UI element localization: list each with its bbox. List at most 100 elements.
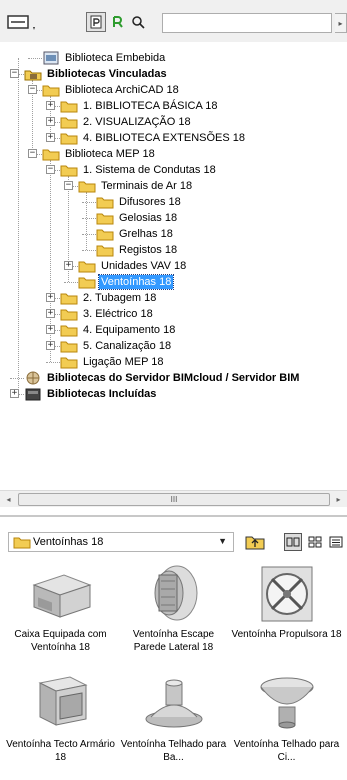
tree-row-label: Bibliotecas do Servidor BIMcloud / Servi…: [47, 372, 300, 384]
scroll-thumb[interactable]: III: [18, 493, 330, 506]
tree-row[interactable]: Ventoínhas 18: [78, 274, 175, 290]
tree-row-label: Gelosias 18: [119, 212, 178, 224]
tree-row-label: Grelhas 18: [119, 228, 173, 240]
tree-row-label: Terminais de Ar 18: [101, 180, 193, 192]
view-mode-button[interactable]: [6, 12, 42, 32]
folder-icon: [60, 133, 78, 145]
tree-row[interactable]: 4. BIBLIOTECA EXTENSÕES 18: [60, 130, 247, 146]
list-view-icon: [329, 536, 343, 548]
roof-fan-low-icon: [145, 679, 202, 728]
tree-row[interactable]: 5. Canalização 18: [60, 338, 173, 354]
object-tile[interactable]: Ventoínha Tecto Armário 18: [3, 671, 118, 777]
current-folder-label: Ventoínhas 18: [33, 536, 104, 548]
horizontal-scrollbar[interactable]: ◂ III ▸: [0, 490, 347, 507]
folder-icon: [42, 149, 60, 161]
tree-root-line: [18, 58, 19, 394]
included-libraries-icon: [25, 388, 41, 401]
tree-row[interactable]: Grelhas 18: [96, 226, 175, 242]
expand-toggle[interactable]: +: [64, 261, 73, 270]
tree-row[interactable]: 3. Eléctrico 18: [60, 306, 155, 322]
collapse-toggle[interactable]: −: [64, 181, 73, 190]
panel-divider[interactable]: [0, 515, 347, 517]
tree-row[interactable]: Bibliotecas Incluídas: [24, 386, 158, 402]
small-icons-view-button[interactable]: [306, 533, 324, 551]
view-mode-icon: [7, 15, 35, 30]
object-tile[interactable]: Ventoínha Telhado para Ci...: [229, 671, 344, 777]
tree-branch-line: [82, 250, 96, 251]
folder-up-button[interactable]: [244, 532, 266, 552]
folder-mode-button[interactable]: [86, 12, 106, 32]
tree-row[interactable]: Difusores 18: [96, 194, 183, 210]
search-input[interactable]: [162, 13, 332, 33]
folder-icon: [60, 165, 78, 177]
object-tile[interactable]: Ventoínha Propulsora 18: [229, 561, 344, 667]
tree-row[interactable]: Gelosias 18: [96, 210, 179, 226]
object-label: Caixa Equipada com Ventoínha 18: [14, 629, 107, 653]
library-toolbar: ▸: [0, 0, 347, 42]
tree-row[interactable]: 1. Sistema de Condutas 18: [60, 162, 218, 178]
tree-row[interactable]: Biblioteca MEP 18: [42, 146, 157, 162]
propeller-fan-icon: [261, 566, 312, 622]
tree-row[interactable]: 1. BIBLIOTECA BÁSICA 18: [60, 98, 220, 114]
expand-toggle[interactable]: +: [46, 325, 55, 334]
object-preview-grid: Caixa Equipada com Ventoínha 18 Ventoính…: [0, 561, 347, 780]
list-view-button[interactable]: [327, 533, 345, 551]
collapse-toggle[interactable]: −: [10, 69, 19, 78]
roof-fan-up-icon: [260, 677, 313, 729]
tree-row[interactable]: Registos 18: [96, 242, 179, 258]
folder-icon: [96, 245, 114, 257]
library-folder-icon: [90, 15, 102, 29]
tree-row[interactable]: Bibliotecas do Servidor BIMcloud / Servi…: [24, 370, 301, 386]
expand-toggle[interactable]: +: [46, 293, 55, 302]
object-label: Ventoínha Propulsora 18: [231, 629, 342, 640]
folder-icon: [96, 197, 114, 209]
tree-row-label: 1. BIBLIOTECA BÁSICA 18: [83, 100, 218, 112]
collapse-toggle[interactable]: −: [28, 85, 37, 94]
folder-up-icon: [245, 536, 265, 550]
tree-row[interactable]: 4. Equipamento 18: [60, 322, 177, 338]
tree-row[interactable]: Bibliotecas Vinculadas: [24, 66, 169, 82]
large-icons-view-button[interactable]: [284, 533, 302, 551]
tree-row-label: 2. VISUALIZAÇÃO 18: [83, 116, 191, 128]
expand-toggle[interactable]: +: [46, 341, 55, 350]
find-button[interactable]: [130, 12, 146, 32]
expand-toggle[interactable]: +: [10, 389, 19, 398]
collapse-toggle[interactable]: −: [46, 165, 55, 174]
tree-row-label: Bibliotecas Incluídas: [47, 388, 157, 400]
scroll-right-button[interactable]: ▸: [330, 491, 347, 508]
expand-toggle[interactable]: +: [46, 309, 55, 318]
search-dropdown-button[interactable]: ▸: [335, 13, 347, 33]
tree-row-label: 1. Sistema de Condutas 18: [83, 164, 216, 176]
tree-row[interactable]: 2. VISUALIZAÇÃO 18: [60, 114, 193, 130]
expand-toggle[interactable]: +: [46, 101, 55, 110]
tree-row[interactable]: Biblioteca ArchiCAD 18: [42, 82, 181, 98]
wall-exhaust-fan-icon: [154, 565, 197, 621]
expand-toggle[interactable]: +: [46, 117, 55, 126]
tree-row-label: Difusores 18: [119, 196, 181, 208]
object-tile[interactable]: Ventoínha Telhado para Ba...: [116, 671, 231, 777]
folder-icon: [60, 117, 78, 129]
expand-toggle[interactable]: +: [46, 133, 55, 142]
scroll-left-button[interactable]: ◂: [0, 491, 17, 508]
folder-icon: [60, 101, 78, 113]
tree-row-label: Registos 18: [119, 244, 178, 256]
object-tile[interactable]: Caixa Equipada com Ventoínha 18: [3, 561, 118, 667]
tree-row-label: Biblioteca ArchiCAD 18: [65, 84, 179, 96]
library-tree: Biblioteca Embebida − Bibliotecas Vinculad…: [0, 44, 347, 484]
tree-row[interactable]: Ligação MEP 18: [60, 354, 166, 370]
tree-row[interactable]: Terminais de Ar 18: [78, 178, 194, 194]
tree-row[interactable]: 2. Tubagem 18: [60, 290, 158, 306]
current-folder-select[interactable]: Ventoínhas 18 ▼: [8, 532, 234, 552]
linked-libraries-icon: [24, 70, 42, 81]
folder-icon: [13, 537, 31, 549]
collapse-toggle[interactable]: −: [28, 149, 37, 158]
object-label: Ventoínha Escape Parede Lateral 18: [132, 629, 215, 653]
object-tile[interactable]: Ventoínha Escape Parede Lateral 18: [116, 561, 231, 667]
folder-icon: [60, 293, 78, 305]
tree-row[interactable]: Biblioteca Embebida: [42, 50, 167, 66]
tree-row-label: Unidades VAV 18: [101, 260, 187, 272]
tree-row[interactable]: Unidades VAV 18: [78, 258, 188, 274]
green-mode-button[interactable]: [108, 12, 126, 32]
tree-branch-line: [82, 202, 96, 203]
tree-row-label: 4. BIBLIOTECA EXTENSÕES 18: [83, 132, 246, 144]
